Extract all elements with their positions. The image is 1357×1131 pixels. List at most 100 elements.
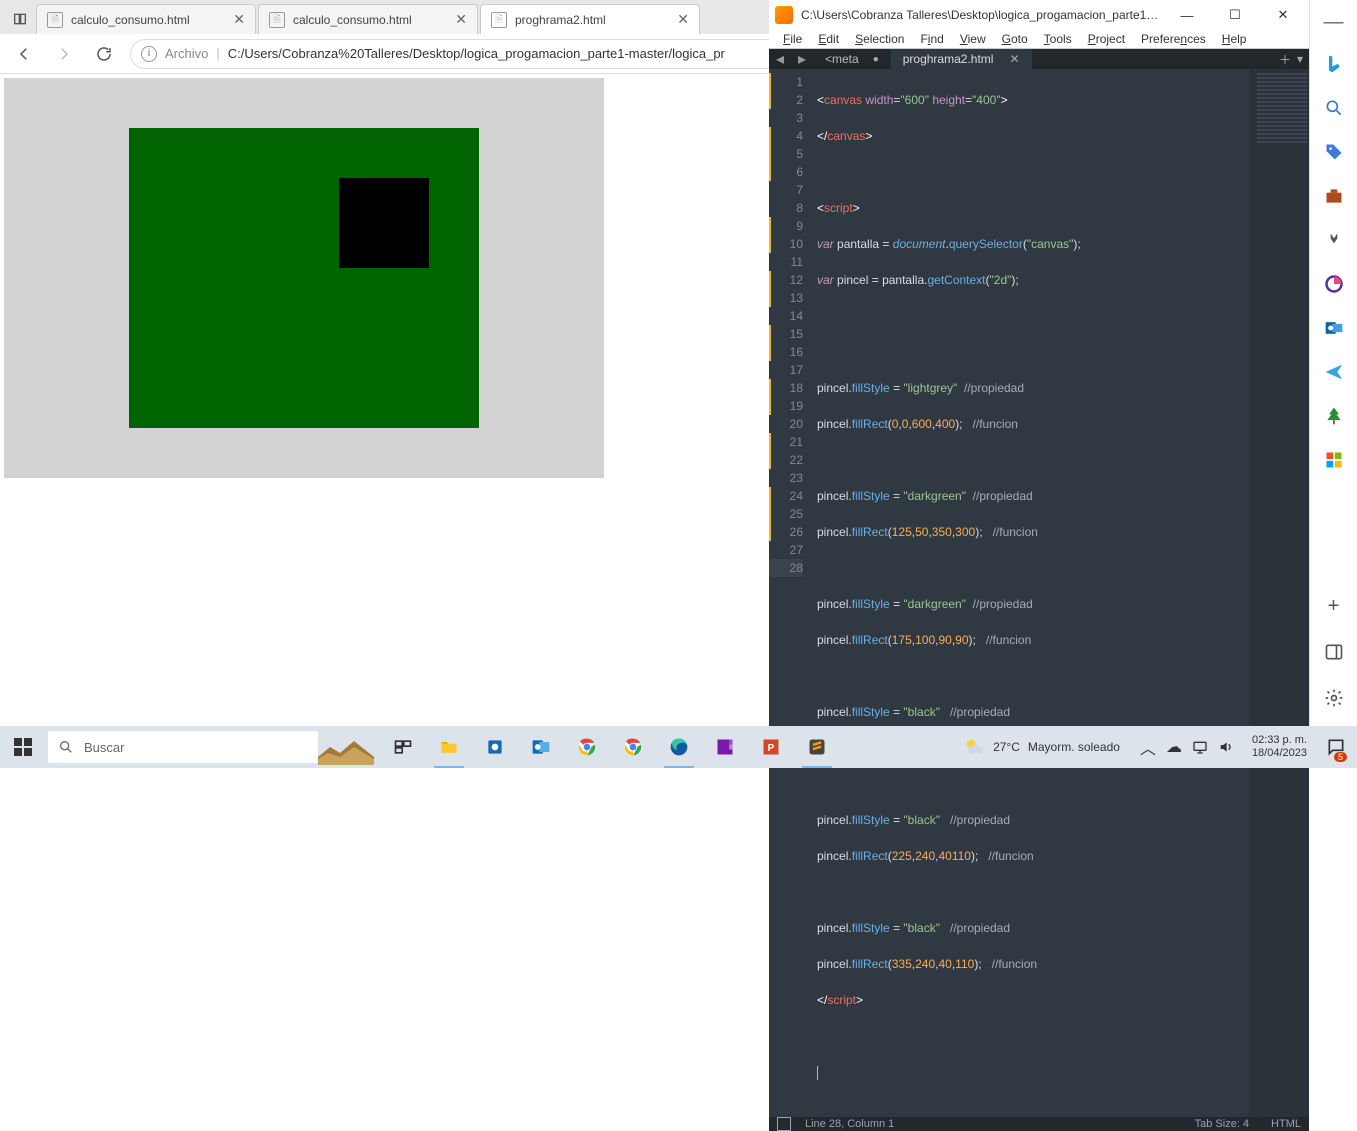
- menu-view[interactable]: View: [952, 30, 994, 48]
- tab-actions-icon[interactable]: [4, 4, 36, 34]
- window-minimize-icon[interactable]: —: [1310, 8, 1357, 36]
- tab-close-icon[interactable]: ✕: [455, 11, 467, 28]
- plus-icon[interactable]: +: [1318, 590, 1350, 622]
- games-icon[interactable]: [1318, 224, 1350, 256]
- taskbar-search[interactable]: Buscar: [48, 731, 318, 763]
- sublime-editor[interactable]: 1234 5678 9101112 13141516 17181920 2122…: [769, 69, 1309, 1117]
- new-tab-icon[interactable]: ＋: [1279, 51, 1291, 68]
- sublime-tab-proghrama2[interactable]: proghrama2.html ✕: [891, 49, 1032, 69]
- menu-file[interactable]: File: [775, 30, 810, 48]
- onedrive-icon[interactable]: ☁: [1166, 737, 1182, 757]
- menu-help[interactable]: Help: [1214, 30, 1255, 48]
- tab-close-icon[interactable]: ✕: [233, 11, 245, 28]
- chrome-icon-2[interactable]: [610, 726, 656, 768]
- shopping-tag-icon[interactable]: [1318, 136, 1350, 168]
- window-maximize-button[interactable]: ☐: [1215, 0, 1255, 30]
- tab-title: proghrama2.html: [515, 13, 669, 27]
- minimap[interactable]: [1249, 69, 1309, 1117]
- clock-date: 18/04/2023: [1252, 747, 1307, 760]
- tab-prev-icon[interactable]: ◂: [769, 49, 791, 69]
- chrome-icon[interactable]: [564, 726, 610, 768]
- volume-icon[interactable]: [1218, 739, 1234, 755]
- page-icon: 🗎: [269, 12, 285, 28]
- menu-preferences[interactable]: Preferences: [1133, 30, 1214, 48]
- edge-app-icon[interactable]: [656, 726, 702, 768]
- menu-project[interactable]: Project: [1080, 30, 1133, 48]
- back-button[interactable]: [10, 40, 38, 68]
- search-illustration: [318, 729, 374, 765]
- refresh-button[interactable]: [90, 40, 118, 68]
- tab-next-icon[interactable]: ▸: [791, 49, 813, 69]
- status-panel-icon[interactable]: [777, 1117, 791, 1131]
- tab-label: <meta: [825, 52, 859, 66]
- sublime-titlebar[interactable]: C:\Users\Cobranza Talleres\Desktop\logic…: [769, 0, 1309, 30]
- menu-edit[interactable]: Edit: [810, 30, 847, 48]
- sublime-menu-bar: File Edit Selection Find View Goto Tools…: [769, 30, 1309, 49]
- weather-widget[interactable]: 27°C Mayorm. soleado: [953, 736, 1130, 758]
- page-icon: 🗎: [491, 12, 507, 28]
- send-icon[interactable]: [1318, 356, 1350, 388]
- settings-app-icon[interactable]: [472, 726, 518, 768]
- browser-tab-1[interactable]: 🗎 calculo_consumo.html ✕: [36, 4, 256, 34]
- sublime-app-icon[interactable]: [794, 726, 840, 768]
- onenote-icon[interactable]: [702, 726, 748, 768]
- page-icon: 🗎: [47, 12, 63, 28]
- m365-icon[interactable]: [1318, 268, 1350, 300]
- tray-chevron-icon[interactable]: ︿: [1140, 735, 1156, 759]
- weather-icon: [963, 736, 985, 758]
- network-icon[interactable]: [1192, 739, 1208, 755]
- start-button[interactable]: [0, 726, 46, 768]
- status-tab-size[interactable]: Tab Size: 4: [1195, 1118, 1249, 1130]
- tab-close-icon[interactable]: ✕: [677, 11, 689, 28]
- sublime-status-bar: Line 28, Column 1 Tab Size: 4 HTML: [769, 1117, 1309, 1131]
- weather-temp: 27°C: [993, 740, 1020, 754]
- task-view-icon[interactable]: [380, 726, 426, 768]
- bing-icon[interactable]: [1318, 48, 1350, 80]
- window-close-button[interactable]: ✕: [1263, 0, 1303, 30]
- browser-tab-2[interactable]: 🗎 calculo_consumo.html ✕: [258, 4, 478, 34]
- taskbar-clock[interactable]: 02:33 p. m. 18/04/2023: [1244, 734, 1315, 760]
- tree-icon[interactable]: [1318, 400, 1350, 432]
- sublime-tab-bar: ◂ ▸ <meta proghrama2.html ✕ ＋ ▾: [769, 49, 1309, 69]
- menu-tools[interactable]: Tools: [1036, 30, 1080, 48]
- tab-title: calculo_consumo.html: [71, 13, 225, 27]
- black-square: [339, 178, 429, 268]
- search-icon[interactable]: [1318, 92, 1350, 124]
- status-cursor-pos: Line 28, Column 1: [805, 1118, 894, 1130]
- menu-find[interactable]: Find: [912, 30, 951, 48]
- search-icon: [58, 739, 74, 755]
- status-lang[interactable]: HTML: [1271, 1118, 1301, 1130]
- forward-button[interactable]: [50, 40, 78, 68]
- notifications-button[interactable]: 5: [1319, 726, 1353, 768]
- settings-icon[interactable]: [1318, 682, 1350, 714]
- menu-goto[interactable]: Goto: [994, 30, 1036, 48]
- code-area[interactable]: <canvas width="600" height="400"> </canv…: [811, 69, 1249, 1117]
- microsoft-icon[interactable]: [1318, 444, 1350, 476]
- notifications-badge: 5: [1334, 752, 1347, 762]
- sublime-tab-meta[interactable]: <meta: [813, 49, 891, 69]
- sidebar-toggle-icon[interactable]: [1318, 636, 1350, 668]
- outlook-icon[interactable]: [1318, 312, 1350, 344]
- toolbox-icon[interactable]: [1318, 180, 1350, 212]
- sublime-window: C:\Users\Cobranza Talleres\Desktop\logic…: [769, 0, 1309, 726]
- site-info-icon[interactable]: i: [141, 46, 157, 62]
- menu-selection[interactable]: Selection: [847, 30, 912, 48]
- clock-time: 02:33 p. m.: [1252, 734, 1307, 747]
- window-minimize-button[interactable]: —: [1167, 0, 1207, 30]
- url-kind-label: Archivo: [165, 46, 208, 61]
- green-rectangle: [129, 128, 479, 428]
- powerpoint-icon[interactable]: P: [748, 726, 794, 768]
- system-tray[interactable]: ︿ ☁: [1134, 735, 1240, 759]
- file-explorer-icon[interactable]: [426, 726, 472, 768]
- edge-sidebar: — +: [1309, 0, 1357, 726]
- browser-tab-3[interactable]: 🗎 proghrama2.html ✕: [480, 4, 700, 34]
- svg-text:P: P: [768, 743, 775, 754]
- canvas-output: [4, 78, 604, 478]
- weather-desc: Mayorm. soleado: [1028, 740, 1120, 754]
- sublime-logo-icon: [775, 6, 793, 24]
- search-placeholder: Buscar: [84, 740, 124, 755]
- outlook-app-icon[interactable]: [518, 726, 564, 768]
- tab-overflow-icon[interactable]: ▾: [1297, 52, 1303, 66]
- taskbar-apps: P: [380, 726, 840, 768]
- tab-close-icon[interactable]: ✕: [1009, 52, 1019, 66]
